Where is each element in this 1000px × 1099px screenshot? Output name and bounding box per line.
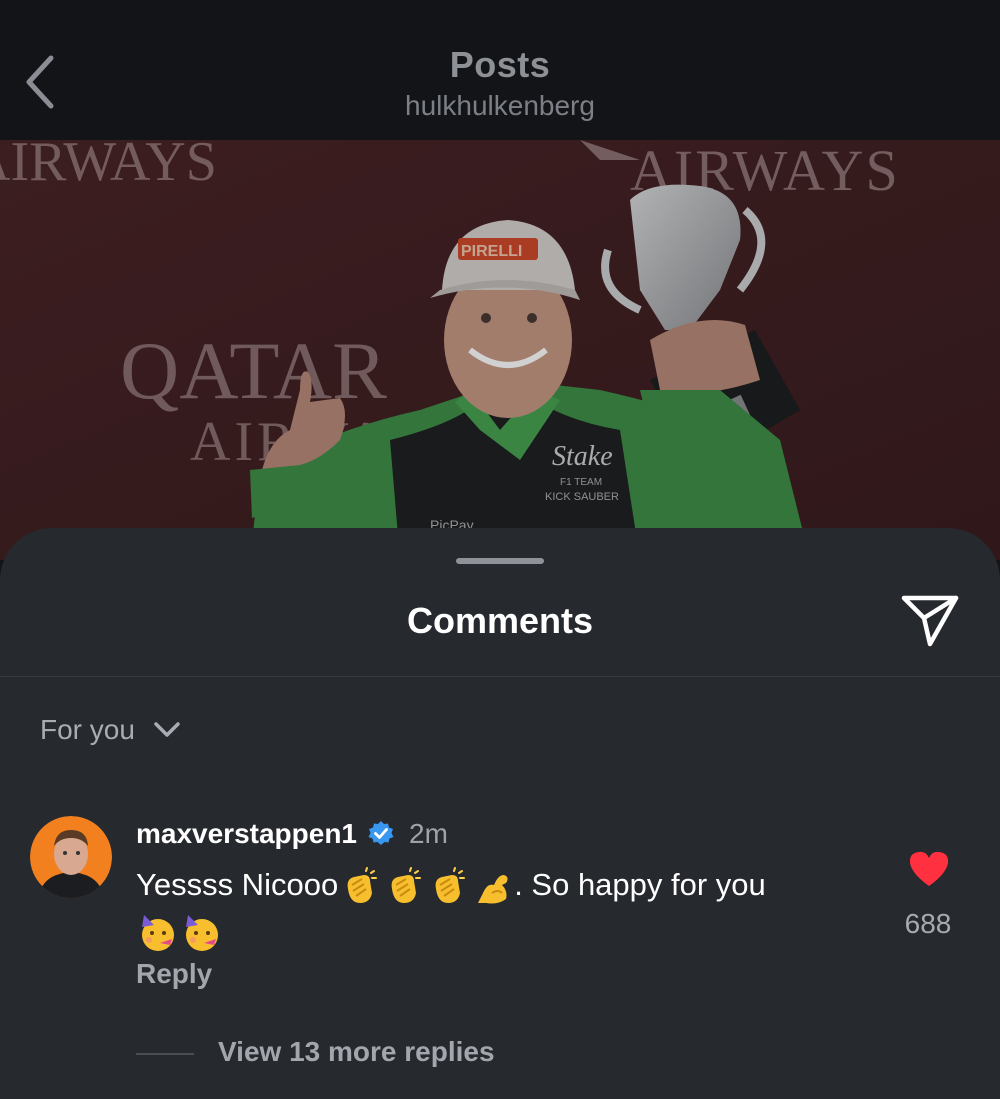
clapping-hands-emoji <box>340 866 380 907</box>
comments-sheet: Comments For you maxverstappen1 2m Yesss… <box>0 528 1000 1099</box>
partying-face-emoji <box>182 913 222 953</box>
comments-screen: Posts hulkhulkenberg AIRWAYS QATAR AIRWA… <box>0 0 1000 1099</box>
comment-username[interactable]: maxverstappen1 <box>136 818 357 850</box>
avatar[interactable] <box>30 816 112 898</box>
comments-title: Comments <box>406 600 594 641</box>
chevron-down-icon <box>154 722 180 737</box>
like-count: 688 <box>904 908 952 939</box>
account-username[interactable]: hulkhulkenberg <box>0 90 1000 122</box>
heart-icon <box>909 851 949 886</box>
clapping-hands-emoji <box>428 866 468 907</box>
comment-text-prefix: Yessss Nicooo <box>136 867 339 902</box>
clapping-hands-emoji <box>384 866 424 907</box>
flexed-biceps-emoji <box>472 867 512 907</box>
top-nav-bar: Posts hulkhulkenberg <box>0 0 1000 140</box>
reply-button[interactable]: Reply <box>136 958 212 990</box>
send-icon <box>901 595 959 647</box>
like-button[interactable] <box>904 846 954 892</box>
page-title: Posts <box>449 44 551 85</box>
share-button[interactable] <box>898 588 962 652</box>
partying-face-emoji <box>138 913 178 953</box>
replies-divider <box>136 1053 194 1055</box>
sheet-grabber[interactable] <box>456 558 544 564</box>
post-photo[interactable]: AIRWAYS QATAR AIRWAYS AIRWAYS Stake F1 T… <box>0 140 1000 560</box>
comment-text: Yessss Nicooo . So happy for you <box>136 862 876 954</box>
verified-badge-icon <box>368 821 394 845</box>
comment-text-suffix: . So happy for you <box>514 867 766 902</box>
sheet-divider <box>0 676 1000 677</box>
sort-label: For you <box>40 714 135 745</box>
view-more-replies-button[interactable]: View 13 more replies <box>218 1036 495 1068</box>
sort-dropdown[interactable]: For you <box>40 708 181 752</box>
comment-header: maxverstappen1 2m <box>136 816 448 852</box>
comment-timestamp: 2m <box>409 818 448 849</box>
